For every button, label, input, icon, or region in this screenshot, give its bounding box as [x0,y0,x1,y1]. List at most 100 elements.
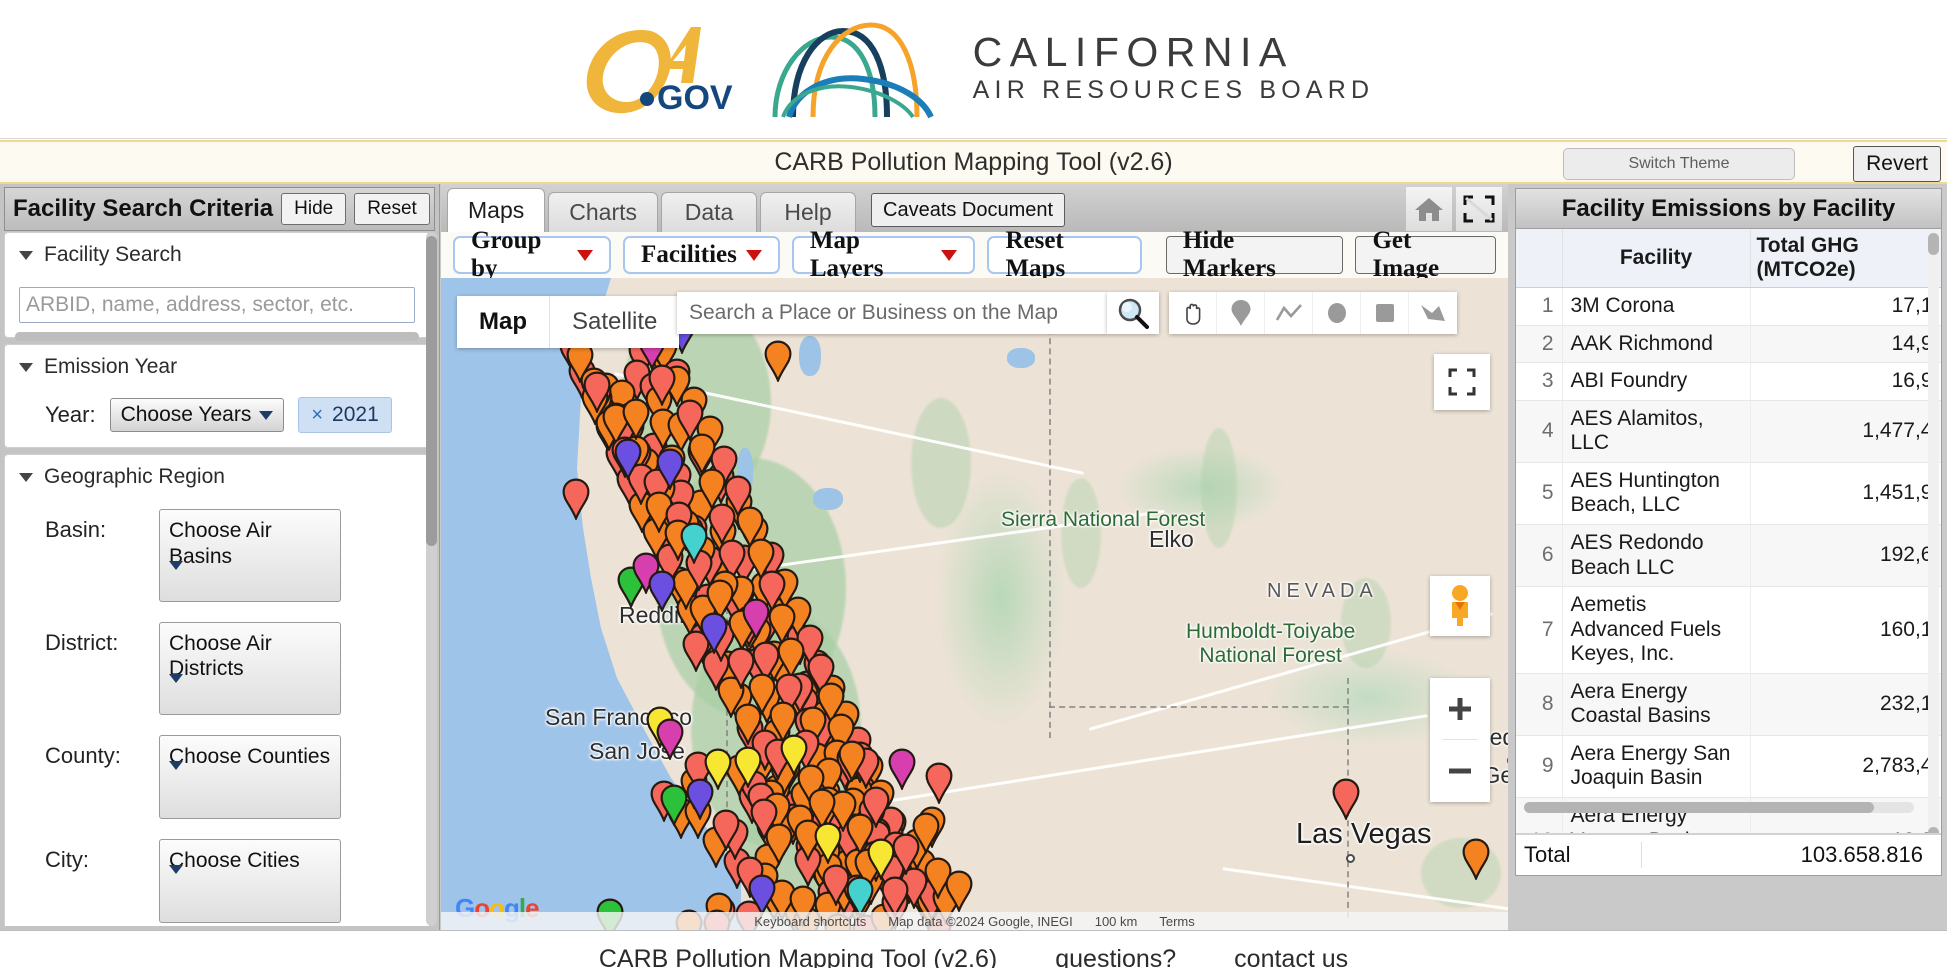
row-index: 1 [1516,287,1563,326]
facilities-dropdown[interactable]: Facilities [623,236,780,274]
pegman-icon[interactable] [1430,576,1490,636]
polyline-icon[interactable] [1265,292,1313,334]
zoom-in-button[interactable] [1430,678,1490,739]
facility-marker[interactable] [763,340,793,382]
facility-marker[interactable] [711,809,741,851]
facility-marker[interactable] [866,838,896,880]
column-header-index[interactable] [1516,229,1563,288]
facility-marker[interactable] [685,778,715,820]
tab-charts[interactable]: Charts [548,192,658,232]
hide-button[interactable]: Hide [281,193,347,225]
table-row[interactable]: 7 Aemetis Advanced Fuels Keyes, Inc. 160,1 [1516,586,1941,674]
sidebar-scrollbar-thumb[interactable] [426,236,437,546]
revert-button[interactable]: Revert [1853,146,1941,182]
map-type-map-button[interactable]: Map [457,296,550,348]
table-row[interactable]: 4 AES Alamitos, LLC 1,477,4 [1516,400,1941,463]
choose-years-dropdown[interactable]: Choose Years [109,398,285,432]
facility-marker[interactable] [679,522,709,564]
facility-search-legend[interactable]: Facility Search [19,243,415,267]
keyboard-shortcuts-link[interactable]: Keyboard shortcuts [754,914,866,929]
map-layers-label: Map Layers [809,227,884,282]
facility-marker[interactable] [647,570,677,612]
hide-markers-button[interactable]: Hide Markers [1165,227,1344,282]
facility-marker[interactable] [779,734,809,776]
google-map[interactable]: NEVADAUTAHRenoElkoSalt Lake CityProvoCed… [441,278,1508,930]
facility-marker[interactable] [655,718,685,760]
tab-help[interactable]: Help [760,192,856,232]
facility-marker[interactable] [887,748,917,790]
facility-marker[interactable] [741,598,771,640]
caveats-document-button[interactable]: Caveats Document [871,193,1066,227]
facility-marker[interactable] [861,786,891,828]
facility-marker[interactable] [699,612,729,654]
remove-icon[interactable]: × [311,404,323,427]
emissions-vscrollbar-thumb-top[interactable] [1928,233,1939,255]
reset-button[interactable]: Reset [354,193,430,225]
facility-marker[interactable] [647,364,677,406]
facility-search-hscrollbar[interactable] [15,332,419,341]
map-search-box[interactable]: Search a Place or Business on the Map [677,292,1107,334]
facility-marker[interactable] [1461,838,1491,880]
city-label: City: [45,846,89,872]
sidebar-vertical-scrollbar[interactable] [426,232,437,926]
facility-marker[interactable] [924,762,954,804]
search-icon[interactable] [1107,292,1159,334]
total-label: Total [1516,842,1642,868]
cell-total-ghg: 1,477,4 [1750,400,1941,463]
facility-marker[interactable] [944,870,974,913]
expand-icon[interactable] [1456,187,1502,231]
column-header-total-ghg[interactable]: Total GHG (MTCO2e) [1750,229,1941,288]
facility-marker[interactable] [613,438,643,480]
zoom-out-button[interactable] [1430,740,1490,801]
marker-icon[interactable] [1217,292,1265,334]
city-row: City: Choose Cities [19,838,415,923]
table-row[interactable]: 5 AES Huntington Beach, LLC 1,451,9 [1516,462,1941,525]
terms-link[interactable]: Terms [1159,914,1194,929]
city-select[interactable]: Choose Cities [159,838,341,923]
emissions-table-vscrollbar[interactable] [1928,231,1939,873]
table-row[interactable]: 3 ABI Foundry 16,9 [1516,362,1941,401]
facility-marker[interactable] [837,740,867,782]
table-row[interactable]: 2 AAK Richmond 14,9 [1516,325,1941,364]
polygon-icon[interactable] [1409,292,1457,334]
fullscreen-icon[interactable] [1434,354,1490,410]
facility-marker[interactable] [1331,778,1361,820]
basin-select[interactable]: Choose Air Basins [159,509,341,602]
switch-theme-button[interactable]: Switch Theme [1563,148,1795,180]
rectangle-icon[interactable] [1361,292,1409,334]
county-select[interactable]: Choose Counties [159,734,341,819]
table-row[interactable]: 8 Aera Energy Coastal Basins 232,1 [1516,673,1941,736]
year-row: Year: Choose Years × 2021 [19,397,415,433]
year-chip-2021[interactable]: × 2021 [298,397,392,433]
table-row[interactable]: 6 AES Redondo Beach LLC 192,6 [1516,524,1941,588]
table-row[interactable]: 9 Aera Energy San Joaquin Basin 2,783,4 [1516,735,1941,799]
emissions-table-hscrollbar[interactable] [1524,802,1914,813]
facility-marker[interactable] [911,812,941,854]
get-image-button[interactable]: Get Image [1355,227,1496,282]
district-select[interactable]: Choose Air Districts [159,621,341,715]
facility-marker[interactable] [561,478,591,520]
emissions-hscrollbar-thumb[interactable] [1524,802,1874,813]
cell-total-ghg: 192,6 [1750,524,1941,588]
home-icon[interactable] [1406,187,1452,231]
facility-marker[interactable] [747,874,777,916]
tab-maps[interactable]: Maps [447,188,546,232]
emission-year-legend[interactable]: Emission Year [19,355,415,379]
circle-icon[interactable] [1313,292,1361,334]
pan-hand-icon[interactable] [1169,292,1217,334]
table-row[interactable]: 1 3M Corona 17,1 [1516,287,1941,326]
group-by-dropdown[interactable]: Group by [453,227,612,282]
reset-maps-button[interactable]: Reset Maps [987,227,1142,282]
facility-marker[interactable] [813,822,843,864]
chevron-down-icon [169,761,183,794]
facility-marker[interactable] [733,746,763,788]
tab-data[interactable]: Data [661,192,757,232]
facility-marker[interactable] [764,823,794,866]
map-layers-dropdown[interactable]: Map Layers [791,227,976,282]
geographic-region-legend[interactable]: Geographic Region [19,465,415,489]
facility-search-input[interactable] [19,287,415,323]
facility-marker[interactable] [655,448,685,490]
map-type-satellite-button[interactable]: Satellite [550,296,679,348]
column-header-facility[interactable]: Facility [1562,229,1751,288]
footer-contact-link[interactable]: contact us [1234,945,1348,968]
